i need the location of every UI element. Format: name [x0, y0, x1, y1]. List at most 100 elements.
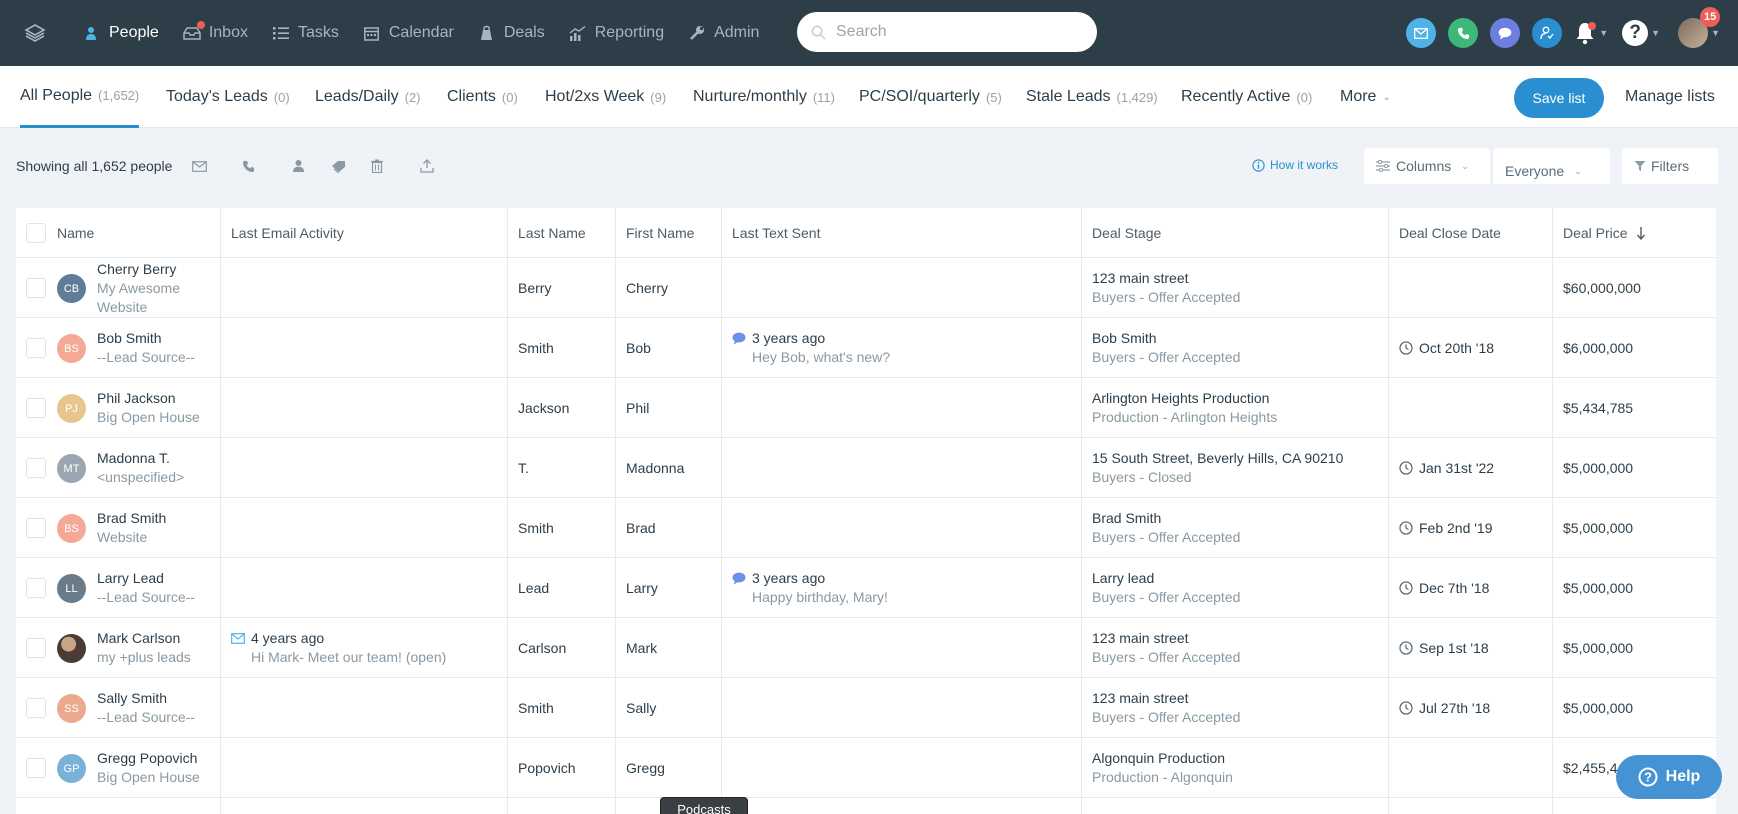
last-text-cell	[732, 618, 1072, 678]
select-all-checkbox[interactable]	[26, 223, 46, 243]
mail-icon[interactable]	[1406, 18, 1437, 48]
row-checkbox[interactable]	[26, 578, 46, 598]
nav-item-reporting[interactable]: Reporting	[557, 0, 676, 66]
deal-name[interactable]: Brad Smith	[1092, 509, 1382, 528]
person-name[interactable]: Larry Lead	[97, 569, 215, 588]
nav-item-people[interactable]: People	[71, 0, 171, 66]
save-list-button[interactable]: Save list	[1514, 78, 1604, 118]
deal-stage: Buyers - Offer Accepted	[1092, 709, 1241, 725]
phone-action-icon[interactable]	[239, 157, 257, 175]
table-row[interactable]: BS Brad Smith Website Smith Brad Brad Smith Bu…	[16, 498, 1716, 558]
person-name[interactable]: Madonna T.	[97, 449, 215, 468]
export-icon[interactable]	[418, 157, 436, 175]
row-checkbox[interactable]	[26, 638, 46, 658]
table-row[interactable]: GP Gregg Popovich Big Open House Popovich Gr…	[16, 738, 1716, 798]
deal-name[interactable]: 15 South Street, Beverly Hills, CA 90210	[1092, 449, 1382, 468]
chat-icon[interactable]	[1490, 18, 1521, 48]
person-name[interactable]: Sally Smith	[97, 689, 215, 708]
search-input[interactable]	[836, 23, 1076, 41]
columns-button[interactable]: Columns ⌄	[1364, 148, 1490, 184]
user-menu-button[interactable]: 15 ▼	[1678, 7, 1721, 48]
person-name[interactable]: Bob Smith	[97, 329, 215, 348]
table-row[interactable]: CB Cherry Berry My Awesome Website Berry Che…	[16, 258, 1716, 318]
phone-icon[interactable]	[1448, 18, 1479, 48]
clock-icon	[1399, 461, 1413, 475]
person-name[interactable]: Phil Jackson	[97, 389, 215, 408]
list-tab-leads-daily[interactable]: Leads/Daily (2)	[315, 66, 421, 128]
search-box[interactable]	[797, 12, 1097, 52]
list-tab-clients[interactable]: Clients (0)	[447, 66, 518, 128]
nav-item-deals[interactable]: Deals	[466, 0, 557, 66]
header-first-name[interactable]: First Name	[626, 208, 694, 258]
last-email-cell	[231, 438, 501, 498]
everyone-dropdown[interactable]: Everyone ⌄	[1492, 148, 1610, 184]
table-row[interactable]: MT Madonna T. <unspecified> T. Madonna 15 Sou…	[16, 438, 1716, 498]
how-it-works-link[interactable]: How it works	[1252, 158, 1338, 172]
nav-item-admin[interactable]: Admin	[676, 0, 771, 66]
deal-name[interactable]: 123 main street	[1092, 629, 1382, 648]
help-menu-button[interactable]: ? ▼	[1622, 20, 1660, 46]
header-deal-price[interactable]: Deal Price	[1563, 208, 1646, 258]
person-name[interactable]: Gregg Popovich	[97, 749, 215, 768]
table-row[interactable]: LL Larry Lead --Lead Source-- Lead Larry 3 ye…	[16, 558, 1716, 618]
person-name[interactable]: Brad Smith	[97, 509, 215, 528]
table-row[interactable]: BS Bob Smith --Lead Source-- Smith Bob 3 year…	[16, 318, 1716, 378]
header-last-email[interactable]: Last Email Activity	[231, 208, 344, 258]
deal-price-cell: $5,000,000	[1563, 519, 1634, 536]
header-last-text[interactable]: Last Text Sent	[732, 208, 820, 258]
header-deal-stage[interactable]: Deal Stage	[1092, 208, 1161, 258]
contact-icon[interactable]	[1532, 18, 1563, 48]
list-tab-more[interactable]: More ⌄	[1340, 66, 1391, 128]
avatar: BS	[57, 334, 86, 363]
manage-lists-link[interactable]: Manage lists	[1625, 66, 1715, 128]
help-button[interactable]: ? Help	[1616, 755, 1722, 799]
header-name[interactable]: Name	[57, 208, 94, 258]
user-avatar: 15	[1678, 7, 1721, 48]
row-checkbox[interactable]	[26, 518, 46, 538]
row-checkbox[interactable]	[26, 758, 46, 778]
filters-button[interactable]: Filters	[1622, 148, 1718, 184]
row-checkbox[interactable]	[26, 698, 46, 718]
list-tab-recently-active[interactable]: Recently Active (0)	[1181, 66, 1312, 128]
reporting-icon	[569, 24, 587, 42]
notifications-button[interactable]: ▼	[1574, 21, 1608, 45]
main-nav: People Inbox Tasks Calendar Deals Reporting Ad…	[71, 0, 771, 66]
deal-name[interactable]: 123 main street	[1092, 689, 1382, 708]
deal-stage-cell: 123 main street Buyers - Offer Accepted	[1092, 258, 1382, 318]
deal-name[interactable]: Larry lead	[1092, 569, 1382, 588]
nav-item-tasks[interactable]: Tasks	[260, 0, 351, 66]
row-checkbox[interactable]	[26, 398, 46, 418]
trash-icon[interactable]	[368, 157, 386, 175]
table-row[interactable]: Mark Carlson my +plus leads 4 years ago Hi …	[16, 618, 1716, 678]
nav-item-inbox[interactable]: Inbox	[171, 0, 260, 66]
person-name[interactable]: Mark Carlson	[97, 629, 215, 648]
app-logo-icon[interactable]	[17, 0, 53, 66]
list-tab-hot-2xs-week[interactable]: Hot/2xs Week (9)	[545, 66, 666, 128]
last-text-cell	[732, 498, 1072, 558]
deal-name[interactable]: Algonquin Production	[1092, 749, 1382, 768]
list-tab-all-people[interactable]: All People (1,652)	[20, 66, 140, 128]
email-action-icon[interactable]	[190, 157, 208, 175]
header-deal-close[interactable]: Deal Close Date	[1399, 208, 1501, 258]
smart-lists-bar: All People (1,652) Today's Leads (0) Leads/D…	[0, 66, 1738, 128]
person-name[interactable]: Cherry Berry	[97, 260, 215, 279]
row-checkbox[interactable]	[26, 338, 46, 358]
deal-name[interactable]: Arlington Heights Production	[1092, 389, 1382, 408]
deal-close-cell	[1399, 738, 1549, 798]
nav-item-label: Calendar	[388, 24, 454, 41]
list-tab-nurture-monthly[interactable]: Nurture/monthly (11)	[693, 66, 835, 128]
nav-item-calendar[interactable]: Calendar	[351, 0, 466, 66]
row-checkbox[interactable]	[26, 458, 46, 478]
row-checkbox[interactable]	[26, 278, 46, 298]
deal-name[interactable]: Bob Smith	[1092, 329, 1382, 348]
list-tab-today-s-leads[interactable]: Today's Leads (0)	[166, 66, 290, 128]
tag-icon[interactable]	[329, 157, 347, 175]
table-row[interactable]: PJ Phil Jackson Big Open House Jackson Phil A…	[16, 378, 1716, 438]
table-row[interactable]: SS Sally Smith --Lead Source-- Smith Sally 12…	[16, 678, 1716, 738]
list-tab-pc-soi-quarterly[interactable]: PC/SOI/quarterly (5)	[859, 66, 1002, 128]
list-tab-stale-leads[interactable]: Stale Leads (1,429)	[1026, 66, 1158, 128]
last-name-cell: Berry	[518, 279, 552, 296]
header-last-name[interactable]: Last Name	[518, 208, 586, 258]
deal-name[interactable]: 123 main street	[1092, 269, 1382, 288]
assign-user-icon[interactable]	[289, 157, 307, 175]
